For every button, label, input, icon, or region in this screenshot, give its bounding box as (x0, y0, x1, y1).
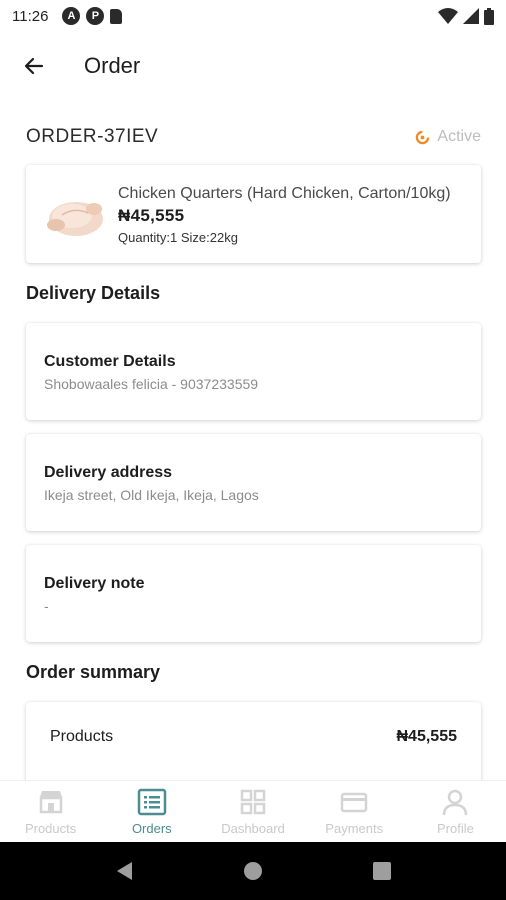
customer-details-value: Shobowaales felicia - 9037233559 (44, 376, 259, 392)
status-time: 11:26 (12, 7, 49, 25)
summary-products-value: ₦45,555 (396, 728, 458, 745)
delivery-address-value: Ikeja street, Old Ikeja, Ikeja, Lagos (44, 487, 259, 503)
back-button[interactable] (10, 42, 58, 90)
circle-home-icon (243, 862, 262, 880)
product-quantity-size: Quantity:1 Size:22kg (118, 230, 238, 245)
delivery-address-label: Delivery address (44, 464, 173, 481)
delivery-note-card[interactable]: Delivery note - (26, 545, 481, 642)
grid-icon (240, 789, 266, 815)
order-status-text: Active (437, 128, 481, 145)
app-notification-icon-2: P (86, 7, 105, 25)
nav-item-dashboard[interactable]: Dashboard (202, 781, 303, 842)
order-details-content[interactable]: ORDER-37IEV Active Chicken Quarters (Har… (0, 100, 506, 780)
arrow-left-icon (24, 57, 44, 75)
system-recents-button[interactable] (362, 851, 402, 891)
nav-label-payments: Payments (325, 821, 384, 836)
order-summary-card: Products ₦45,555 (26, 702, 481, 780)
customer-details-label: Customer Details (44, 353, 176, 370)
product-price: ₦45,555 (118, 206, 185, 225)
nav-label-products: Products (24, 821, 77, 836)
customer-details-card[interactable]: Customer Details Shobowaales felicia - 9… (26, 323, 481, 420)
nav-label-orders: Orders (131, 821, 172, 836)
square-recents-icon (372, 862, 391, 880)
nav-label-dashboard: Dashboard (221, 821, 285, 836)
nav-label-profile: Profile (436, 821, 474, 836)
system-navigation-bar (0, 842, 506, 900)
delivery-note-value: - (44, 598, 49, 614)
battery-icon (484, 7, 494, 25)
system-back-button[interactable] (104, 851, 144, 891)
order-product-card[interactable]: Chicken Quarters (Hard Chicken, Carton/1… (26, 165, 481, 263)
signal-icon (463, 8, 479, 24)
bottom-navigation: Products Orders Dashboard Payments Profi… (0, 780, 506, 842)
order-id: ORDER-37IEV (26, 126, 159, 147)
nav-item-payments[interactable]: Payments (304, 781, 405, 842)
sd-card-icon (110, 8, 123, 24)
order-header: ORDER-37IEV Active (26, 126, 481, 148)
list-icon (137, 788, 167, 816)
chicken-product-image (47, 202, 103, 236)
status-clock-icon (416, 130, 430, 144)
delivery-details-heading: Delivery Details (26, 283, 161, 303)
summary-products-label: Products (50, 728, 114, 745)
card-icon (340, 792, 368, 813)
page-title: Order (84, 53, 141, 78)
app-bar: Order (0, 32, 506, 100)
nav-item-products[interactable]: Products (0, 781, 101, 842)
nav-item-orders[interactable]: Orders (101, 781, 202, 842)
order-status-badge: Active (415, 128, 481, 146)
status-bar: 11:26 A P (0, 0, 506, 32)
triangle-back-icon (117, 862, 133, 880)
person-icon (443, 789, 468, 816)
wifi-icon (438, 8, 458, 24)
app-notification-icon: A (62, 7, 81, 25)
delivery-address-card[interactable]: Delivery address Ikeja street, Old Ikeja… (26, 434, 481, 531)
system-home-button[interactable] (233, 851, 273, 891)
store-icon (39, 791, 62, 814)
delivery-note-label: Delivery note (44, 575, 145, 592)
product-name: Chicken Quarters (Hard Chicken, Carton/1… (118, 185, 451, 202)
nav-item-profile[interactable]: Profile (405, 781, 506, 842)
order-summary-heading: Order summary (26, 662, 161, 682)
